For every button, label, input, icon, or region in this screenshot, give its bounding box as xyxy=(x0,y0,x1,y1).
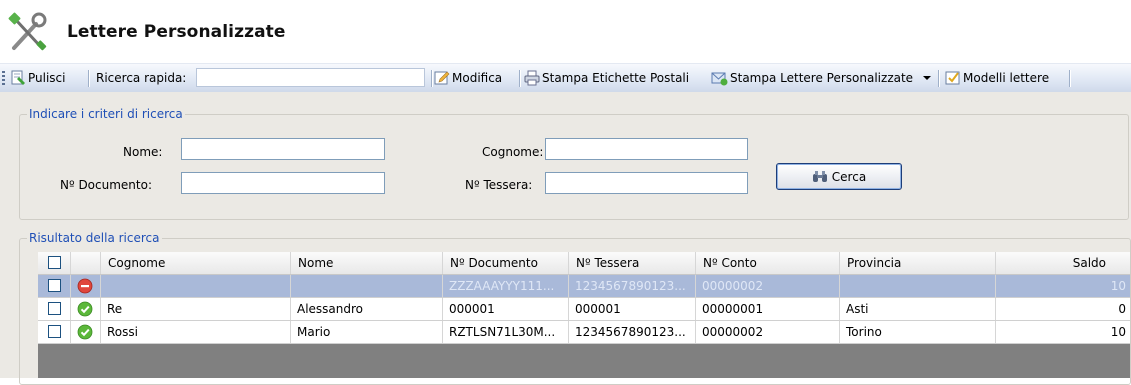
grid-header: Cognome Nome Nº Documento Nº Tessera Nº … xyxy=(38,252,1130,275)
select-all-cell xyxy=(38,252,71,274)
results-grid[interactable]: Cognome Nome Nº Documento Nº Tessera Nº … xyxy=(38,252,1130,378)
tessera-cell: 000001 xyxy=(569,298,696,320)
column-header-documento[interactable]: Nº Documento xyxy=(443,252,569,274)
search-group-title: Indicare i criteri di ricerca xyxy=(27,107,185,121)
row-checkbox-cell xyxy=(38,275,71,297)
toolbar-separator xyxy=(88,70,89,87)
select-all-checkbox[interactable] xyxy=(48,256,61,269)
nome-cell: Alessandro xyxy=(291,298,443,320)
saldo-cell: 10 xyxy=(1110,325,1126,339)
status-cell xyxy=(71,275,101,297)
tools-icon xyxy=(8,12,47,51)
ricerca-rapida-label: Ricerca rapida: xyxy=(96,71,187,85)
modelli-lettere-label: Modelli lettere xyxy=(963,71,1050,85)
cerca-button[interactable]: Cerca xyxy=(776,163,902,190)
toolbar-separator xyxy=(431,70,432,87)
toolbar-separator xyxy=(519,70,520,87)
saldo-cell: 10 xyxy=(1110,279,1126,293)
documento-cell: RZTLSN71L30M... xyxy=(443,321,569,343)
cognome-cell xyxy=(101,275,291,297)
conto-cell: 00000002 xyxy=(696,321,840,343)
column-header-cognome[interactable]: Cognome xyxy=(101,252,291,274)
cognome-cell: Rossi xyxy=(101,321,291,343)
modelli-lettere-button[interactable]: Modelli lettere xyxy=(945,69,1049,87)
tessera-label: Nº Tessera: xyxy=(465,178,533,192)
table-row[interactable]: ZZZAAAYYY111... 1234567890123... 0000000… xyxy=(38,275,1130,298)
nome-cell: Mario xyxy=(291,321,443,343)
mail-print-icon xyxy=(711,72,728,86)
toolbar: Pulisci Ricerca rapida: Modifica Stampa … xyxy=(0,63,1131,93)
column-header-provincia[interactable]: Provincia xyxy=(840,252,996,274)
conto-cell: 00000002 xyxy=(696,275,840,297)
nome-cell xyxy=(291,275,443,297)
status-header xyxy=(71,252,101,274)
search-criteria-group: Indicare i criteri di ricerca xyxy=(19,107,1129,220)
cerca-label: Cerca xyxy=(831,169,867,184)
column-header-conto[interactable]: Nº Conto xyxy=(696,252,840,274)
tessera-cell: 1234567890123... xyxy=(569,321,696,343)
documento-field[interactable] xyxy=(181,172,385,194)
table-row[interactable]: Re Alessandro 000001 000001 00000001 Ast… xyxy=(38,298,1130,321)
stampa-lettere-button[interactable]: Stampa Lettere Personalizzate xyxy=(711,69,913,87)
binoculars-icon xyxy=(812,170,827,182)
documento-cell: ZZZAAAYYY111... xyxy=(443,275,569,297)
status-cell xyxy=(71,321,101,343)
stampa-etichette-label: Stampa Etichette Postali xyxy=(542,71,690,85)
content-area: Indicare i criteri di ricerca Nome: Nº D… xyxy=(0,92,1131,385)
stampa-lettere-label: Stampa Lettere Personalizzate xyxy=(730,71,914,85)
tessera-cell: 1234567890123... xyxy=(569,275,696,297)
title-bar: Lettere Personalizzate xyxy=(0,0,1131,58)
modifica-button[interactable]: Modifica xyxy=(434,69,502,87)
saldo-cell: 0 xyxy=(1118,302,1126,316)
printer-icon xyxy=(524,70,540,86)
provincia-cell xyxy=(840,275,996,297)
template-icon xyxy=(945,71,960,85)
documento-label: Nº Documento: xyxy=(60,178,152,192)
pulisci-label: Pulisci xyxy=(28,71,66,85)
documento-cell: 000001 xyxy=(443,298,569,320)
row-checkbox[interactable] xyxy=(48,302,61,315)
column-header-tessera[interactable]: Nº Tessera xyxy=(569,252,696,274)
conto-cell: 00000001 xyxy=(696,298,840,320)
toolbar-grip[interactable] xyxy=(2,71,5,87)
chevron-down-icon xyxy=(923,76,931,80)
pulisci-button[interactable]: Pulisci xyxy=(10,69,65,87)
ricerca-rapida-input[interactable] xyxy=(196,68,425,87)
clear-doc-icon xyxy=(11,70,25,85)
window-title: Lettere Personalizzate xyxy=(67,22,286,42)
edit-icon xyxy=(434,71,450,85)
ok-status-icon xyxy=(77,301,93,317)
status-cell xyxy=(71,298,101,320)
column-header-nome[interactable]: Nome xyxy=(291,252,443,274)
stampa-lettere-dropdown[interactable] xyxy=(923,69,933,87)
error-status-icon xyxy=(77,278,93,294)
provincia-cell: Asti xyxy=(840,298,996,320)
nome-label: Nome: xyxy=(123,145,163,159)
modifica-label: Modifica xyxy=(452,71,503,85)
nome-field[interactable] xyxy=(181,138,385,160)
table-row[interactable]: Rossi Mario RZTLSN71L30M... 123456789012… xyxy=(38,321,1130,344)
row-checkbox-cell xyxy=(38,298,71,320)
tessera-field[interactable] xyxy=(545,172,748,194)
row-checkbox-cell xyxy=(38,321,71,343)
column-header-saldo[interactable]: Saldo xyxy=(996,252,1130,274)
results-group-title: Risultato della ricerca xyxy=(27,231,162,245)
provincia-cell: Torino xyxy=(840,321,996,343)
stampa-etichette-button[interactable]: Stampa Etichette Postali xyxy=(524,69,689,87)
cognome-cell: Re xyxy=(101,298,291,320)
cognome-field[interactable] xyxy=(545,138,748,160)
cognome-label: Cognome: xyxy=(482,145,544,159)
ok-status-icon xyxy=(77,324,93,340)
toolbar-separator xyxy=(938,70,939,87)
row-checkbox[interactable] xyxy=(48,325,61,338)
toolbar-separator xyxy=(1069,70,1070,87)
row-checkbox[interactable] xyxy=(48,279,61,292)
